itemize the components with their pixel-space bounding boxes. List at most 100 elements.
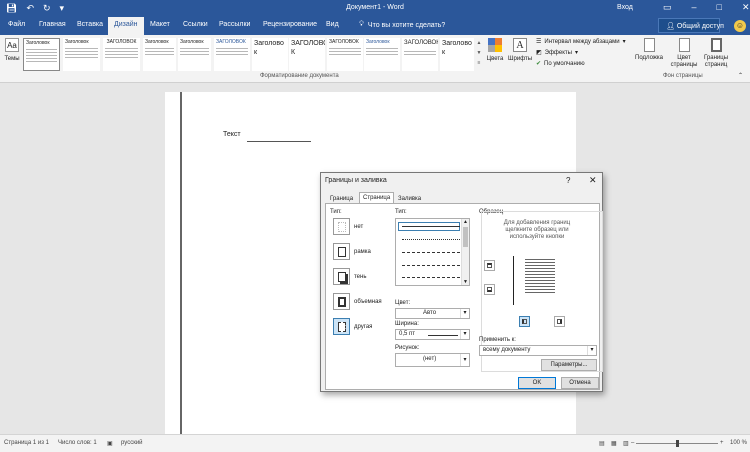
right-border-toggle[interactable] bbox=[554, 316, 565, 327]
collapse-ribbon-icon[interactable]: ⌃ bbox=[738, 72, 743, 79]
ok-button[interactable]: OK bbox=[518, 377, 556, 389]
color-select[interactable]: Авто ▾ bbox=[395, 308, 470, 319]
tab-references[interactable]: Ссылки bbox=[183, 21, 208, 28]
chevron-down-icon: ▾ bbox=[460, 309, 469, 318]
style-set-thumb[interactable]: ЗАГОЛОВОК bbox=[327, 38, 363, 71]
line-style-dashed[interactable] bbox=[402, 265, 460, 266]
read-mode-icon[interactable]: ▤ bbox=[599, 440, 605, 447]
style-set-thumb[interactable]: Заголовок bbox=[364, 38, 400, 71]
zoom-slider-knob[interactable] bbox=[676, 440, 679, 447]
setting-none-label: нет bbox=[354, 224, 364, 230]
scroll-thumb[interactable] bbox=[463, 227, 468, 247]
tab-insert[interactable]: Вставка bbox=[77, 21, 103, 28]
web-layout-icon[interactable]: ▥ bbox=[623, 440, 629, 447]
sign-in-link[interactable]: Вход bbox=[617, 4, 633, 11]
word-count[interactable]: Число слов: 1 bbox=[58, 440, 97, 446]
art-select[interactable]: (нет) ▾ bbox=[395, 353, 470, 367]
setting-box-button[interactable] bbox=[333, 243, 350, 260]
paragraph-spacing-button[interactable]: ☰ Интервал между абзацами ▾ bbox=[536, 38, 626, 46]
zoom-out-icon[interactable]: – bbox=[631, 440, 634, 446]
style-set-thumb[interactable]: Заголовок bbox=[63, 38, 100, 71]
tab-file[interactable]: Файл bbox=[8, 21, 25, 28]
document-underline bbox=[247, 141, 311, 142]
apply-to-value: всему документу bbox=[483, 347, 531, 353]
page-color-icon bbox=[678, 38, 690, 52]
setting-none-icon bbox=[338, 222, 346, 232]
chevron-down-icon: ▾ bbox=[460, 330, 469, 339]
set-default-button[interactable]: ✔ По умолчанию bbox=[536, 60, 585, 68]
gallery-scroll-icon[interactable]: ▲ ▼ ≡ bbox=[475, 38, 483, 71]
options-button[interactable]: Параметры... bbox=[541, 359, 597, 371]
page-count[interactable]: Страница 1 из 1 bbox=[4, 440, 49, 446]
colors-icon bbox=[488, 38, 502, 52]
share-button[interactable]: 👤︎ Общий доступ bbox=[658, 18, 724, 33]
setting-box-icon bbox=[338, 247, 346, 257]
themes-button[interactable]: Aa Темы bbox=[3, 38, 21, 63]
watermark-button[interactable]: Подложка bbox=[633, 38, 665, 62]
style-set-thumb[interactable]: Заголово к bbox=[440, 38, 474, 71]
help-icon[interactable]: ? bbox=[566, 176, 570, 185]
tab-view[interactable]: Вид bbox=[326, 21, 339, 28]
style-set-thumb[interactable]: ЗАГОЛОВОК bbox=[214, 38, 250, 71]
tab-mailings[interactable]: Рассылки bbox=[219, 21, 250, 28]
zoom-in-icon[interactable]: + bbox=[720, 440, 724, 446]
watermark-label: Подложка bbox=[635, 55, 663, 61]
dialog-body: Тип: нет рамка тень объемная другая Тип: bbox=[325, 203, 603, 390]
tab-review[interactable]: Рецензирование bbox=[263, 21, 317, 28]
style-set-thumb[interactable]: Заголовок bbox=[143, 38, 176, 71]
color-value: Авто bbox=[423, 310, 437, 316]
setting-none-button[interactable] bbox=[333, 218, 350, 235]
preview-text-lines bbox=[525, 259, 555, 295]
zoom-level[interactable]: 100 % bbox=[730, 440, 747, 446]
line-style-dash-dot[interactable] bbox=[402, 277, 460, 278]
line-style-scrollbar[interactable]: ▲ ▼ bbox=[461, 219, 469, 285]
setting-custom-button[interactable] bbox=[333, 318, 350, 335]
feedback-smiley-icon[interactable]: ☺ bbox=[734, 20, 746, 32]
preview-left-border bbox=[513, 256, 514, 305]
setting-3d-button[interactable] bbox=[333, 293, 350, 310]
tab-layout[interactable]: Макет bbox=[150, 21, 170, 28]
line-style-dashed-small[interactable] bbox=[402, 252, 460, 253]
maximize-icon[interactable]: □ bbox=[717, 2, 722, 13]
scroll-down-icon[interactable]: ▼ bbox=[462, 279, 469, 285]
colors-label: Цвета bbox=[486, 56, 504, 62]
tab-home[interactable]: Главная bbox=[39, 21, 66, 28]
status-bar: Страница 1 из 1 Число слов: 1 ▣ русский … bbox=[0, 434, 750, 452]
style-set-thumb[interactable]: Заголовок bbox=[178, 38, 211, 71]
style-set-thumb[interactable]: ЗАГОЛОВОК bbox=[103, 38, 140, 71]
close-icon[interactable]: ✕ bbox=[742, 2, 750, 13]
tell-me-box[interactable]: 💡︎ Что вы хотите сделать? bbox=[359, 21, 445, 29]
ribbon-display-icon[interactable]: ▭ bbox=[663, 2, 672, 13]
line-style-list[interactable]: ▲ ▼ bbox=[395, 218, 470, 286]
style-set-thumb[interactable]: ЗАГОЛОВО К bbox=[289, 38, 325, 71]
colors-button[interactable]: Цвета bbox=[486, 38, 504, 63]
tab-design[interactable]: Дизайн bbox=[108, 17, 144, 35]
watermark-icon bbox=[643, 38, 655, 52]
minimize-icon[interactable]: – bbox=[692, 2, 697, 13]
document-text[interactable]: Текст bbox=[223, 131, 241, 138]
setting-3d-label: объемная bbox=[354, 299, 382, 305]
setting-shadow-button[interactable] bbox=[333, 268, 350, 285]
setting-box-label: рамка bbox=[354, 249, 371, 255]
proofing-icon[interactable]: ▣ bbox=[107, 440, 113, 447]
style-set-thumb[interactable]: ЗАГОЛОВОК bbox=[402, 38, 438, 71]
window-title: Документ1 - Word bbox=[346, 4, 404, 11]
fonts-button[interactable]: A Шрифты bbox=[508, 38, 532, 63]
width-select[interactable]: 0,5 пт ▾ bbox=[395, 329, 470, 340]
effects-button[interactable]: ◩ Эффекты ▾ bbox=[536, 49, 578, 57]
close-icon[interactable]: ✕ bbox=[589, 175, 597, 186]
page-borders-button[interactable]: Границы страниц bbox=[701, 38, 731, 69]
print-layout-icon[interactable]: ▦ bbox=[611, 440, 617, 447]
page-color-button[interactable]: Цвет страницы bbox=[669, 38, 699, 69]
ribbon-design: Aa Темы Заголовок Заголовок ЗАГОЛОВОК За… bbox=[0, 35, 750, 83]
line-style-dotted[interactable] bbox=[402, 239, 460, 240]
bottom-border-toggle[interactable] bbox=[484, 284, 495, 295]
style-set-thumb[interactable]: Заголовок bbox=[23, 38, 60, 71]
apply-to-select[interactable]: всему документу ▾ bbox=[479, 345, 597, 356]
style-set-thumb[interactable]: Заголово к bbox=[252, 38, 288, 71]
left-border-toggle[interactable] bbox=[519, 316, 530, 327]
cancel-button[interactable]: Отмена bbox=[561, 377, 599, 389]
language[interactable]: русский bbox=[121, 440, 143, 446]
scroll-up-icon[interactable]: ▲ bbox=[462, 219, 469, 225]
top-border-toggle[interactable] bbox=[484, 260, 495, 271]
